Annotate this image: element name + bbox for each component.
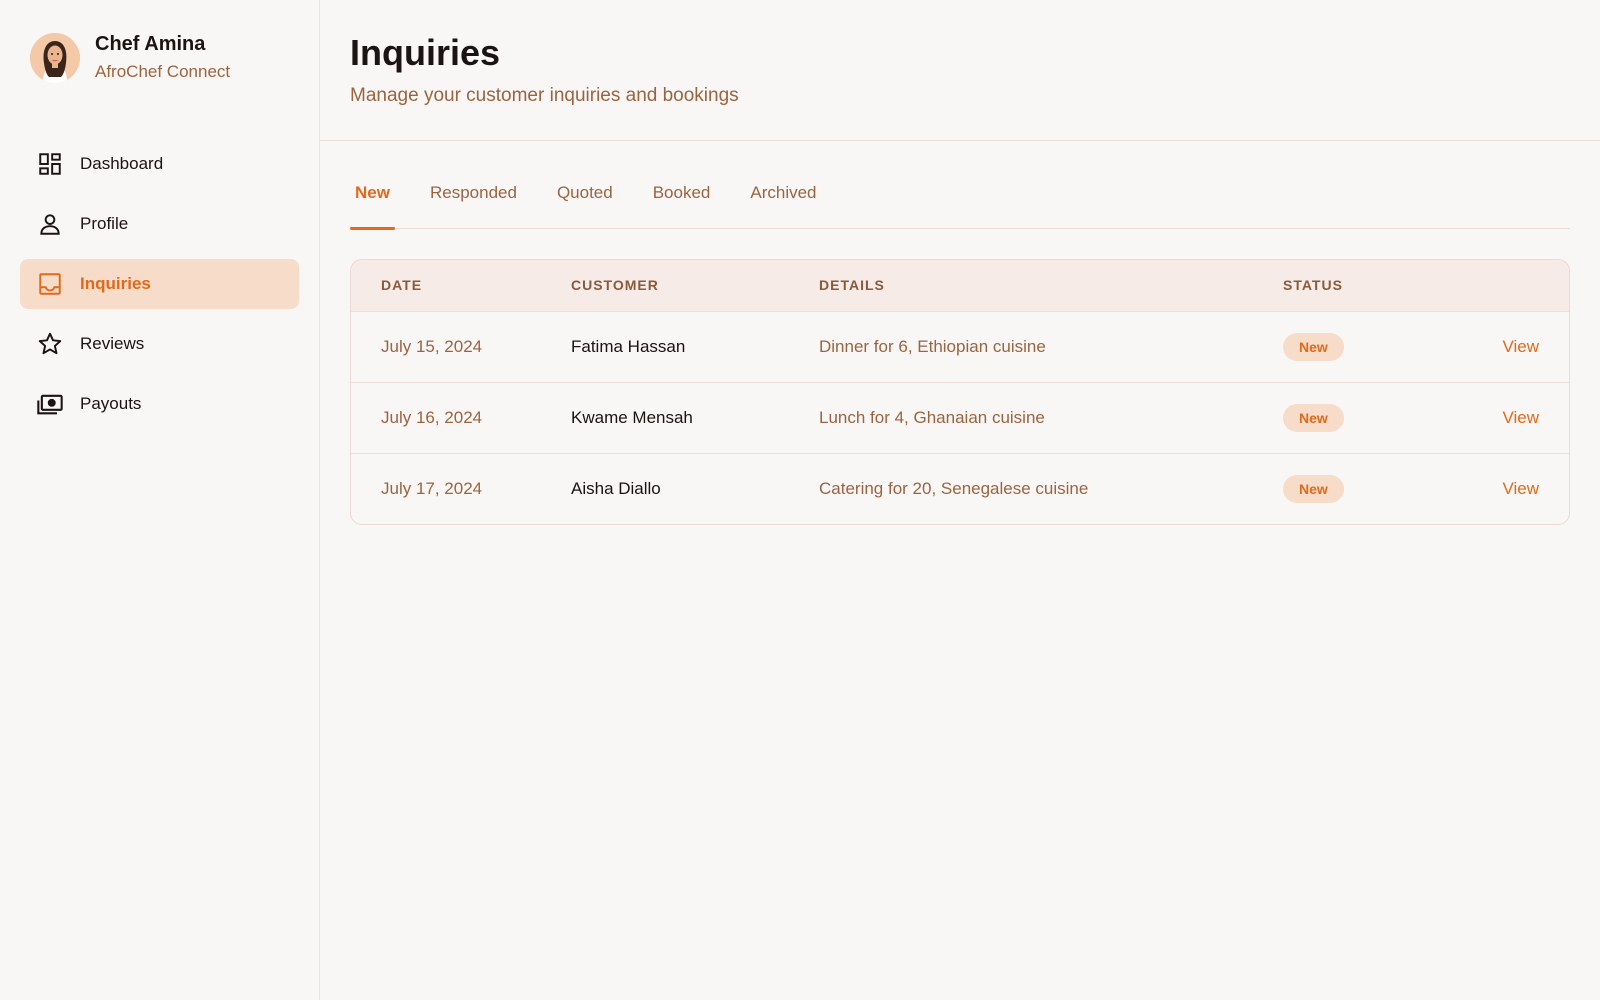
status-badge: New <box>1283 403 1344 432</box>
sidebar-item-inquiries[interactable]: Inquiries <box>20 259 299 309</box>
tab-booked[interactable]: Booked <box>648 179 716 229</box>
tab-new[interactable]: New <box>350 179 395 230</box>
inquiry-date: July 16, 2024 <box>381 407 483 427</box>
sidebar-item-label: Profile <box>80 214 129 233</box>
star-icon <box>36 330 64 358</box>
customer-name: Fatima Hassan <box>571 336 686 356</box>
dashboard-icon <box>36 150 64 178</box>
column-header-action <box>1422 260 1569 311</box>
sidebar: Chef Amina AfroChef Connect Dashboard Pr… <box>0 0 320 1000</box>
inquiry-date: July 15, 2024 <box>381 336 483 356</box>
page-title: Inquiries <box>350 32 501 73</box>
user-profile[interactable]: Chef Amina AfroChef Connect <box>20 32 299 83</box>
table-row: July 16, 2024 Kwame Mensah Lunch for 4, … <box>351 382 1569 453</box>
sidebar-item-payouts[interactable]: Payouts <box>20 379 299 429</box>
customer-name: Kwame Mensah <box>571 407 693 427</box>
inquiry-details: Dinner for 6, Ethiopian cuisine <box>819 336 1046 356</box>
inbox-icon <box>36 270 64 298</box>
brand-name: AfroChef Connect <box>95 62 231 81</box>
sidebar-item-reviews[interactable]: Reviews <box>20 319 299 369</box>
inquiries-table: DATE CUSTOMER DETAILS STATUS July 15, 20… <box>350 259 1570 525</box>
user-name: Chef Amina <box>95 33 206 55</box>
page-subtitle: Manage your customer inquiries and booki… <box>350 85 739 106</box>
table-row: July 17, 2024 Aisha Diallo Catering for … <box>351 453 1569 524</box>
column-header-customer: CUSTOMER <box>571 277 659 294</box>
tab-responded[interactable]: Responded <box>425 179 522 229</box>
sidebar-item-label: Dashboard <box>80 154 164 173</box>
inquiries-section: New Responded Quoted Booked Archived DAT… <box>320 141 1600 525</box>
money-icon <box>36 390 64 418</box>
sidebar-item-label: Inquiries <box>80 274 151 293</box>
status-badge: New <box>1283 474 1344 503</box>
view-link[interactable]: View <box>1502 337 1539 356</box>
table-header-row: DATE CUSTOMER DETAILS STATUS <box>351 260 1569 311</box>
person-icon <box>36 210 64 238</box>
page-header: Inquiries Manage your customer inquiries… <box>320 0 1600 141</box>
column-header-status: STATUS <box>1283 277 1343 294</box>
main-content: Inquiries Manage your customer inquiries… <box>320 0 1600 1000</box>
sidebar-item-label: Payouts <box>80 394 142 413</box>
tab-archived[interactable]: Archived <box>745 179 821 229</box>
sidebar-item-dashboard[interactable]: Dashboard <box>20 139 299 189</box>
status-badge: New <box>1283 332 1344 361</box>
inquiry-date: July 17, 2024 <box>381 478 483 498</box>
column-header-details: DETAILS <box>819 277 885 294</box>
avatar <box>30 32 80 83</box>
view-link[interactable]: View <box>1502 479 1539 498</box>
inquiry-details: Catering for 20, Senegalese cuisine <box>819 478 1089 498</box>
customer-name: Aisha Diallo <box>571 478 661 498</box>
inquiry-details: Lunch for 4, Ghanaian cuisine <box>819 407 1045 427</box>
sidebar-nav: Dashboard Profile Inquiries Reviews Payo… <box>20 139 299 429</box>
tab-quoted[interactable]: Quoted <box>552 179 618 229</box>
status-tabs: New Responded Quoted Booked Archived <box>350 179 1570 230</box>
sidebar-item-label: Reviews <box>80 334 145 353</box>
sidebar-item-profile[interactable]: Profile <box>20 199 299 249</box>
table-row: July 15, 2024 Fatima Hassan Dinner for 6… <box>351 311 1569 382</box>
column-header-date: DATE <box>381 277 423 294</box>
view-link[interactable]: View <box>1502 408 1539 427</box>
